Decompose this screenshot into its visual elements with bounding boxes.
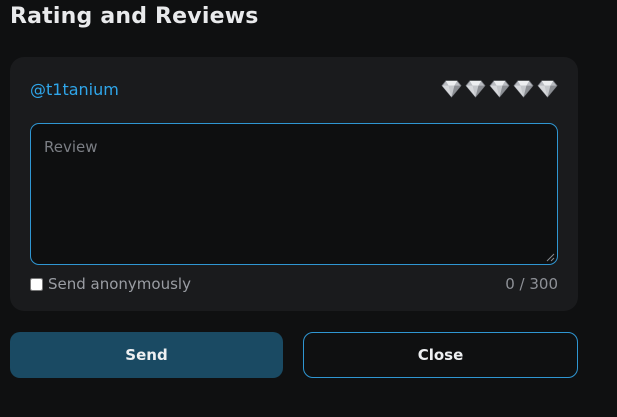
diamond-icon[interactable] — [537, 79, 558, 98]
username-link[interactable]: @t1tanium — [30, 80, 119, 99]
rating-reviews-dialog: Rating and Reviews @t1tanium Review Send… — [0, 0, 617, 417]
review-textarea[interactable] — [31, 124, 557, 264]
diamond-icon[interactable] — [441, 79, 462, 98]
diamond-icon[interactable] — [513, 79, 534, 98]
anonymous-checkbox[interactable] — [30, 277, 43, 291]
send-button[interactable]: Send — [10, 332, 283, 378]
diamond-rating[interactable] — [441, 79, 558, 98]
anonymous-option[interactable]: Send anonymously — [30, 275, 191, 293]
page-title: Rating and Reviews — [10, 4, 259, 29]
character-counter: 0 / 300 — [505, 275, 558, 293]
diamond-icon[interactable] — [465, 79, 486, 98]
close-button[interactable]: Close — [303, 332, 578, 378]
diamond-icon[interactable] — [489, 79, 510, 98]
resize-handle-icon[interactable] — [546, 253, 555, 262]
review-field-container — [30, 123, 558, 265]
anonymous-label: Send anonymously — [48, 275, 191, 293]
review-card: @t1tanium Review Send anonymously 0 / 30… — [10, 57, 578, 311]
